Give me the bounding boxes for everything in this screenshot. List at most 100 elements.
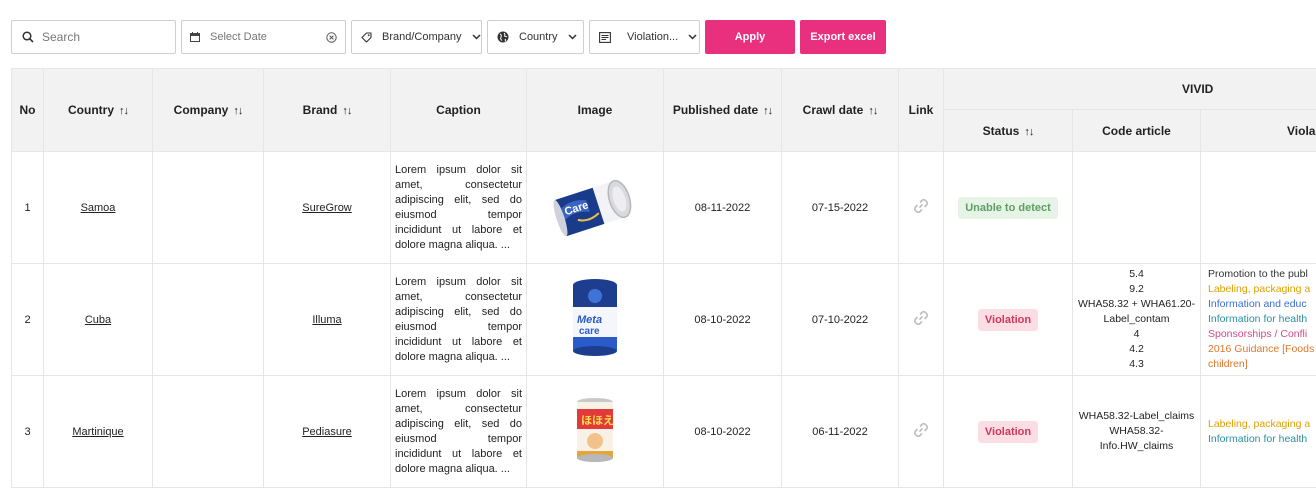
cell-image: Care — [526, 151, 664, 264]
col-image: Image — [526, 68, 664, 152]
status-badge: Violation — [977, 420, 1039, 443]
sort-icon[interactable]: ↑↓ — [342, 105, 352, 117]
cell-company — [152, 151, 264, 264]
cell-link — [898, 375, 944, 488]
country-link[interactable]: Samoa — [81, 202, 116, 214]
cell-code-article — [1072, 151, 1201, 264]
apply-button[interactable]: Apply — [705, 20, 795, 54]
col-country[interactable]: Country ↑↓ — [43, 68, 153, 152]
col-crawl-date[interactable]: Crawl date ↑↓ — [781, 68, 899, 152]
violation-label: Violation... — [627, 31, 679, 43]
code-item: 4.2 — [1129, 343, 1144, 355]
country-link[interactable]: Martinique — [72, 426, 123, 438]
product-image[interactable]: ほほえ — [570, 395, 620, 465]
brand-link[interactable]: Illuma — [312, 314, 341, 326]
cell-image: Meta care — [526, 263, 664, 376]
cell-published-date: 08-10-2022 — [663, 375, 782, 488]
sort-icon[interactable]: ↑↓ — [1024, 126, 1034, 138]
brand-company-dropdown[interactable]: Brand/Company — [351, 20, 482, 54]
violation-item: Labeling, packaging a — [1208, 283, 1311, 295]
col-status-label: Status — [982, 123, 1020, 138]
sort-icon[interactable]: ↑↓ — [868, 105, 878, 117]
cell-caption: Lorem ipsum dolor sit amet, consectetur … — [390, 375, 527, 488]
col-brand[interactable]: Brand ↑↓ — [263, 68, 391, 152]
cell-crawl-date: 07-10-2022 — [781, 263, 899, 376]
violation-item: Promotion to the publ — [1208, 268, 1308, 280]
col-caption: Caption — [390, 68, 527, 152]
code-item: 9.2 — [1129, 283, 1144, 295]
cell-published-date: 08-10-2022 — [663, 263, 782, 376]
calendar-icon — [190, 32, 200, 42]
chevron-down-icon — [471, 34, 481, 40]
cell-no: 1 — [11, 151, 44, 264]
col-group-label: VIVID — [1182, 82, 1214, 96]
col-code-label: Code article — [1102, 123, 1171, 138]
brand-link[interactable]: Pediasure — [302, 426, 352, 438]
col-link: Link — [898, 68, 944, 152]
clear-date-icon[interactable] — [326, 31, 337, 43]
cell-crawl-date: 07-15-2022 — [781, 151, 899, 264]
country-label: Country — [519, 31, 558, 43]
col-company-label: Company — [173, 103, 229, 117]
violation-item: 2016 Guidance [Foods — [1208, 343, 1315, 355]
code-list: 5.4 9.2 WHA58.32 + WHA61.20-Label_contam… — [1073, 267, 1200, 372]
link-icon[interactable] — [913, 310, 929, 329]
cell-brand: Illuma — [263, 263, 391, 376]
search-box[interactable] — [11, 20, 176, 54]
cell-caption: Lorem ipsum dolor sit amet, consectetur … — [390, 151, 527, 264]
cell-country: Samoa — [43, 151, 153, 264]
col-brand-label: Brand — [302, 103, 338, 117]
caption-text: Lorem ipsum dolor sit amet, consectetur … — [395, 163, 522, 251]
violation-item: Information and educ — [1208, 298, 1307, 310]
cell-code-article: 5.4 9.2 WHA58.32 + WHA61.20-Label_contam… — [1072, 263, 1201, 376]
col-violation: Viola — [1199, 109, 1316, 152]
table-row[interactable]: 2 Cuba Illuma Lorem ipsum dolor sit amet… — [11, 263, 1316, 376]
country-dropdown[interactable]: Country — [487, 20, 584, 54]
col-published-date[interactable]: Published date ↑↓ — [663, 68, 782, 152]
table-row[interactable]: 3 Martinique Pediasure Lorem ipsum dolor… — [11, 375, 1316, 488]
col-published-label: Published date — [672, 103, 759, 117]
col-country-label: Country — [68, 103, 114, 117]
caption-text: Lorem ipsum dolor sit amet, consectetur … — [395, 275, 522, 363]
violation-item: Sponsorships / Confli — [1208, 328, 1308, 340]
col-crawl-label: Crawl date — [802, 103, 864, 117]
col-no-label: No — [19, 103, 36, 117]
product-image[interactable]: Meta care — [565, 275, 625, 361]
cell-company — [152, 375, 264, 488]
date-picker[interactable]: Select Date — [181, 20, 346, 54]
violation-item: Information for health — [1208, 432, 1308, 445]
col-image-label: Image — [577, 103, 613, 117]
cell-crawl-date: 06-11-2022 — [781, 375, 899, 488]
country-link[interactable]: Cuba — [85, 314, 111, 326]
col-code-article: Code article — [1072, 109, 1201, 152]
table-row[interactable]: 1 Samoa SureGrow Lorem ipsum dolor sit a… — [11, 151, 1316, 264]
cell-company — [152, 263, 264, 376]
product-image[interactable]: Care — [545, 168, 645, 244]
col-caption-label: Caption — [436, 103, 481, 117]
export-excel-button[interactable]: Export excel — [800, 20, 886, 54]
sort-icon[interactable]: ↑↓ — [119, 105, 129, 117]
col-status[interactable]: Status ↑↓ — [943, 109, 1073, 152]
violation-dropdown[interactable]: Violation... — [589, 20, 700, 54]
col-company[interactable]: Company ↑↓ — [152, 68, 264, 152]
link-icon[interactable] — [913, 422, 929, 441]
list-icon — [599, 31, 611, 43]
chevron-down-icon — [568, 34, 577, 40]
cell-image: ほほえ — [526, 375, 664, 488]
caption-text: Lorem ipsum dolor sit amet, consectetur … — [395, 387, 522, 475]
sort-icon[interactable]: ↑↓ — [233, 105, 243, 117]
link-icon[interactable] — [913, 198, 929, 217]
cell-code-article: WHA58.32-Label_claims WHA58.32- Info.HW_… — [1072, 375, 1201, 488]
tag-icon — [361, 31, 372, 43]
svg-text:care: care — [579, 326, 600, 337]
code-item: Info.HW_claims — [1099, 440, 1174, 452]
search-input[interactable] — [42, 30, 162, 44]
cell-status: Violation — [943, 263, 1073, 376]
brand-link[interactable]: SureGrow — [302, 202, 352, 214]
cell-no: 3 — [11, 375, 44, 488]
cell-violation: Promotion to the publ Labeling, packagin… — [1199, 263, 1316, 376]
code-item: 4 — [1133, 328, 1140, 340]
col-link-label: Link — [908, 103, 934, 117]
sort-icon[interactable]: ↑↓ — [763, 105, 773, 117]
results-table-container: No Country ↑↓ Company ↑↓ Brand ↑↓ Caption I… — [11, 68, 1316, 489]
